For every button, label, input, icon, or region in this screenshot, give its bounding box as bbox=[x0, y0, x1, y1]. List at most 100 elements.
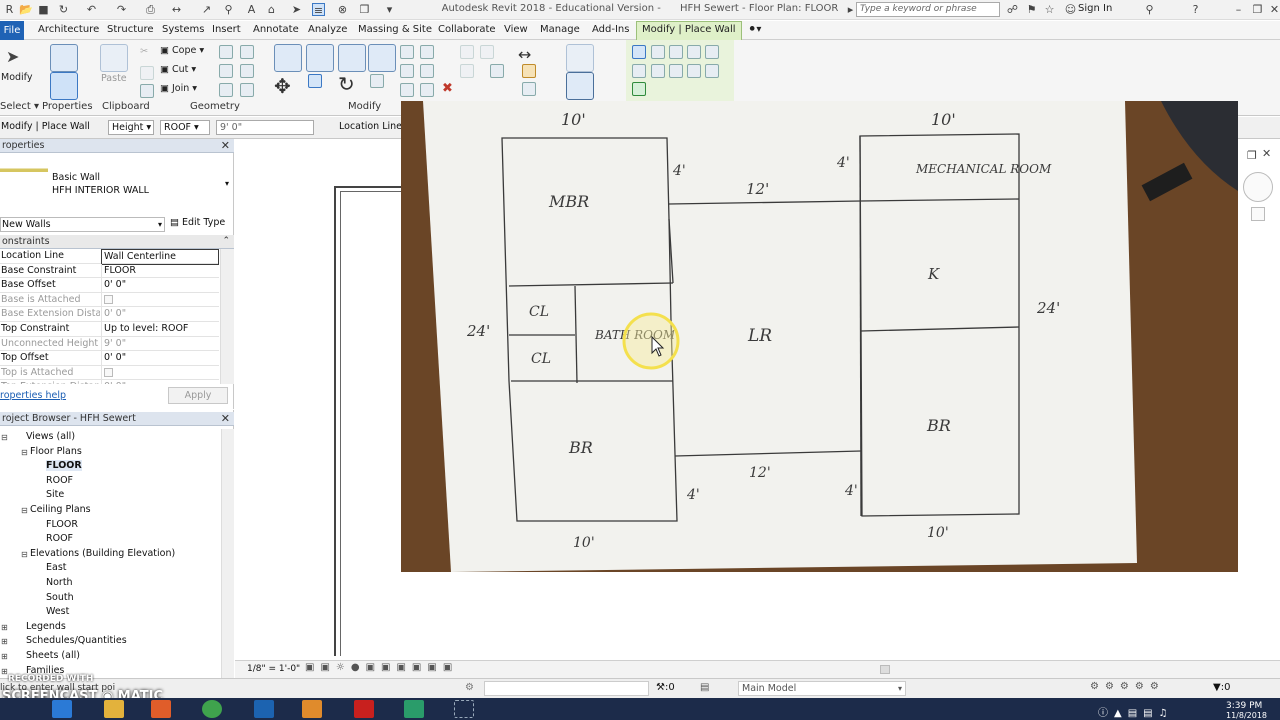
property-value[interactable]: 0' 0" bbox=[101, 307, 219, 322]
tab-collaborate[interactable]: Collaborate bbox=[438, 24, 496, 35]
tab-add-ins[interactable]: Add-Ins bbox=[592, 24, 629, 35]
subscription-icon[interactable]: ⚑ bbox=[1025, 3, 1038, 16]
join-button[interactable]: ▣ Join ▾ bbox=[160, 83, 197, 94]
property-row[interactable]: Top is Attached bbox=[0, 365, 219, 382]
panel-select[interactable]: Select ▾ bbox=[0, 101, 39, 112]
tab-structure[interactable]: Structure bbox=[107, 24, 154, 35]
help-icon[interactable]: ? bbox=[1189, 3, 1202, 16]
view-restore-icon[interactable]: ❐ bbox=[1247, 149, 1257, 162]
trim-extend-icon[interactable] bbox=[370, 74, 384, 88]
snipping-tool-icon[interactable] bbox=[454, 700, 474, 718]
steering-wheel-icon[interactable] bbox=[1243, 172, 1273, 202]
height-mode-select[interactable]: Height ▾ bbox=[108, 120, 154, 135]
paste-icon[interactable] bbox=[100, 44, 128, 72]
fillet-arc-icon[interactable] bbox=[687, 64, 701, 78]
apply-button[interactable]: Apply bbox=[168, 387, 228, 404]
rectangle-draw-icon[interactable] bbox=[651, 45, 665, 59]
horizontal-scroll-thumb[interactable] bbox=[880, 665, 890, 674]
tab-massing-site[interactable]: Massing & Site bbox=[358, 24, 432, 35]
collapse-toggle-icon[interactable]: ⊟ bbox=[1, 433, 8, 442]
close-icon[interactable]: ✕ bbox=[1268, 3, 1280, 16]
browser-item[interactable]: Sheets (all) bbox=[26, 650, 80, 661]
create-similar-icon[interactable] bbox=[566, 44, 594, 72]
browser-item[interactable]: Views (all) bbox=[26, 431, 75, 442]
browser-item[interactable]: North bbox=[46, 577, 73, 588]
browser-item[interactable]: ROOF bbox=[46, 475, 73, 486]
project-browser-close-icon[interactable]: ✕ bbox=[221, 412, 230, 425]
expand-toggle-icon[interactable]: ⊞ bbox=[1, 623, 8, 632]
delete-icon[interactable]: ✖ bbox=[442, 81, 453, 96]
property-row[interactable]: Base Extension Distance0' 0" bbox=[0, 307, 219, 322]
property-row[interactable]: Unconnected Height 9' 0" bbox=[0, 336, 219, 352]
circumscribed-icon[interactable] bbox=[687, 45, 701, 59]
constraints-section[interactable]: onstraints ⌃ bbox=[0, 235, 234, 249]
property-value[interactable]: 9' 0" bbox=[101, 336, 219, 351]
browser-item[interactable]: Floor Plans bbox=[30, 446, 82, 457]
clock-time[interactable]: 3:39 PM bbox=[1226, 701, 1262, 711]
minimize-icon[interactable]: – bbox=[1232, 3, 1245, 16]
workset-select[interactable] bbox=[484, 681, 649, 696]
circle-draw-icon[interactable] bbox=[705, 45, 719, 59]
acrobat-icon[interactable] bbox=[354, 700, 374, 718]
property-value[interactable]: Wall Centerline bbox=[101, 249, 219, 265]
cart-icon[interactable]: ⚲ bbox=[1143, 3, 1156, 16]
move-icon[interactable]: ✥ bbox=[274, 74, 291, 98]
expand-toggle-icon[interactable]: ⊞ bbox=[1, 667, 8, 676]
browser-item[interactable]: Schedules/Quantities bbox=[26, 635, 127, 646]
browser-item[interactable]: Ceiling Plans bbox=[30, 504, 91, 515]
spot-dimension-icon[interactable] bbox=[522, 82, 536, 96]
browser-item[interactable]: East bbox=[46, 562, 67, 573]
browser-scrollbar[interactable] bbox=[221, 429, 234, 678]
sign-in-link[interactable]: Sign In bbox=[1078, 3, 1112, 14]
offset-icon[interactable] bbox=[306, 44, 334, 72]
chrome-icon[interactable] bbox=[202, 700, 222, 718]
binoculars-icon[interactable]: ☍ bbox=[1006, 3, 1019, 16]
restore-icon[interactable]: ❐ bbox=[1251, 3, 1264, 16]
pick-faces-icon[interactable] bbox=[632, 82, 646, 96]
height-input[interactable]: 9' 0" bbox=[216, 120, 314, 135]
split-element-icon[interactable] bbox=[400, 45, 414, 59]
tab-annotate[interactable]: Annotate bbox=[253, 24, 299, 35]
line-draw-icon[interactable] bbox=[632, 45, 646, 59]
properties-help-link[interactable]: roperties help bbox=[0, 390, 66, 401]
property-value[interactable]: 0' 0" bbox=[101, 351, 219, 366]
mirror-draw-icon[interactable] bbox=[368, 44, 396, 72]
property-value[interactable] bbox=[101, 365, 219, 382]
property-checkbox[interactable] bbox=[104, 367, 113, 377]
property-row[interactable]: Base Constraint FLOOR bbox=[0, 263, 219, 279]
zoom-icon[interactable] bbox=[1251, 207, 1265, 221]
tab-insert[interactable]: Insert bbox=[212, 24, 241, 35]
view-control-icons[interactable]: ▣▣☼●▣▣▣▣▣▣ bbox=[305, 662, 495, 676]
selection-filter-icons[interactable]: ⚙⚙⚙⚙⚙ bbox=[1090, 681, 1220, 695]
clock-date[interactable]: 11/8/2018 bbox=[1226, 711, 1267, 720]
cut-button[interactable]: ▣ Cut ▾ bbox=[160, 64, 196, 75]
center-arc-icon[interactable] bbox=[651, 64, 665, 78]
filter-count[interactable]: ▼:0 bbox=[1213, 682, 1230, 693]
align-icon[interactable] bbox=[274, 44, 302, 72]
demolish-icon[interactable] bbox=[219, 83, 233, 97]
type-properties-icon[interactable] bbox=[50, 44, 78, 72]
property-row[interactable]: Top Extension Distance0' 0" bbox=[0, 380, 219, 384]
linework-icon[interactable] bbox=[460, 64, 474, 78]
scale-icon[interactable] bbox=[420, 64, 434, 78]
presentation-icon[interactable] bbox=[302, 700, 322, 718]
unjoin-icon[interactable] bbox=[240, 64, 254, 78]
worksets-icon[interactable]: ⚙ bbox=[465, 682, 474, 693]
instance-filter-select[interactable]: New Walls ▾ bbox=[0, 217, 165, 232]
property-row[interactable]: Top Offset 0' 0" bbox=[0, 351, 219, 366]
property-value[interactable] bbox=[101, 292, 219, 309]
properties-icon[interactable] bbox=[50, 72, 78, 100]
tray-icons[interactable]: ⓘ▲▤▤♫ bbox=[1098, 704, 1174, 719]
modify-button-label[interactable]: Modify bbox=[1, 72, 32, 83]
edit-type-button[interactable]: ▤ Edit Type bbox=[170, 217, 225, 228]
media-player-icon[interactable] bbox=[151, 700, 171, 718]
split-face-icon[interactable] bbox=[219, 45, 233, 59]
expand-toggle-icon[interactable]: ⊞ bbox=[1, 652, 8, 661]
wall-joins-icon[interactable] bbox=[240, 45, 254, 59]
override-icon[interactable] bbox=[480, 45, 494, 59]
browser-item[interactable]: West bbox=[46, 606, 69, 617]
hammer-icon[interactable] bbox=[240, 83, 254, 97]
pin-icon[interactable] bbox=[400, 83, 414, 97]
browser-item[interactable]: South bbox=[46, 592, 74, 603]
tangent-arc-icon[interactable] bbox=[669, 64, 683, 78]
